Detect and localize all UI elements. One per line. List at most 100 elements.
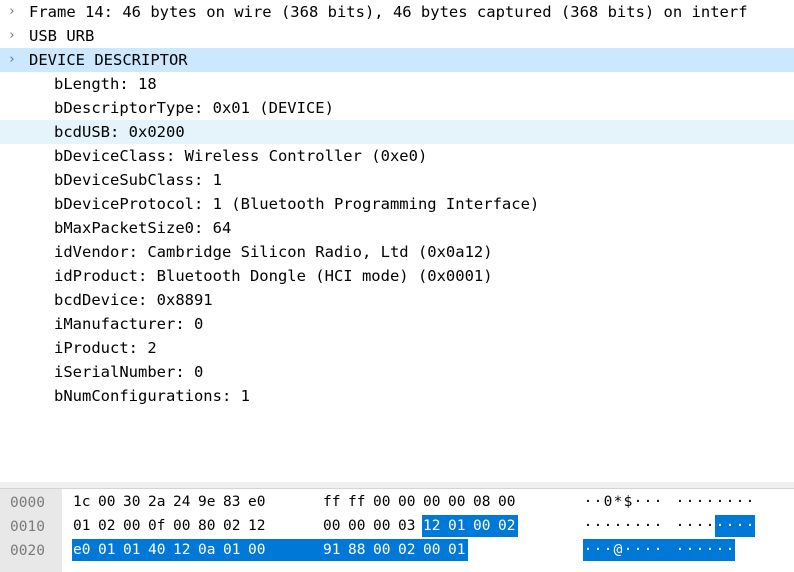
tree-row[interactable]: bcdUSB: 0x0200 <box>0 120 794 144</box>
hex-byte[interactable]: 00 <box>372 539 393 561</box>
tree-row[interactable]: bDescriptorType: 0x01 (DEVICE) <box>0 96 794 120</box>
ascii-char[interactable]: · <box>643 515 653 537</box>
hex-byte[interactable]: 00 <box>397 491 418 513</box>
hex-byte[interactable]: 00 <box>172 515 193 537</box>
tree-row[interactable]: › Frame 14: 46 bytes on wire (368 bits), … <box>0 0 794 24</box>
tree-row[interactable]: › USB URB <box>0 24 794 48</box>
hex-byte[interactable]: 40 <box>147 539 168 561</box>
hex-byte[interactable]: 00 <box>447 491 468 513</box>
ascii-char[interactable]: · <box>583 515 593 537</box>
hex-byte[interactable]: 00 <box>422 491 443 513</box>
hex-byte[interactable]: 00 <box>472 515 493 537</box>
hex-byte[interactable]: 91 <box>322 539 343 561</box>
hex-byte[interactable]: 01 <box>97 539 118 561</box>
packet-bytes-pane[interactable]: 0000 1c 00 30 2a 24 9e 83 e0 ff ff 00 00 00 00 08 00 · · 0 *… <box>0 489 794 572</box>
tree-row[interactable]: bDeviceClass: Wireless Controller (0xe0) <box>0 144 794 168</box>
ascii-char[interactable]: · <box>725 491 735 513</box>
tree-row[interactable]: bLength: 18 <box>0 72 794 96</box>
collapsed-chevron-icon[interactable]: › <box>4 0 20 24</box>
ascii-char[interactable]: · <box>613 515 623 537</box>
hex-byte[interactable]: 00 <box>372 515 393 537</box>
ascii-char[interactable]: · <box>623 539 633 561</box>
ascii-char[interactable]: · <box>695 491 705 513</box>
ascii-char[interactable]: · <box>643 491 653 513</box>
ascii-char[interactable]: @ <box>613 539 623 561</box>
ascii-char[interactable]: · <box>643 539 653 561</box>
tree-row[interactable]: iManufacturer: 0 <box>0 312 794 336</box>
tree-row[interactable]: idVendor: Cambridge Silicon Radio, Ltd (… <box>0 240 794 264</box>
ascii-char[interactable]: · <box>715 491 725 513</box>
ascii-char[interactable]: $ <box>623 491 633 513</box>
ascii-char[interactable]: · <box>633 539 643 561</box>
hex-byte[interactable]: e0 <box>247 491 268 513</box>
hex-byte[interactable]: 02 <box>222 515 243 537</box>
ascii-char[interactable]: · <box>745 491 755 513</box>
hex-byte[interactable]: 00 <box>247 539 268 561</box>
ascii-char[interactable]: · <box>623 515 633 537</box>
hex-byte[interactable]: 01 <box>447 515 468 537</box>
ascii-char[interactable]: * <box>613 491 623 513</box>
hex-byte[interactable]: 00 <box>497 491 518 513</box>
pane-splitter[interactable] <box>0 482 794 489</box>
ascii-char[interactable]: · <box>735 491 745 513</box>
ascii-char[interactable]: · <box>633 491 643 513</box>
ascii-char[interactable]: · <box>603 515 613 537</box>
ascii-char[interactable]: · <box>675 515 685 537</box>
expanded-chevron-icon[interactable]: › <box>4 48 20 72</box>
hex-byte[interactable]: 08 <box>472 491 493 513</box>
tree-row[interactable]: bMaxPacketSize0: 64 <box>0 216 794 240</box>
hex-byte[interactable]: 0a <box>197 539 218 561</box>
hex-byte[interactable]: 00 <box>122 515 143 537</box>
hex-byte[interactable]: 02 <box>497 515 518 537</box>
tree-row[interactable]: bDeviceProtocol: 1 (Bluetooth Programmin… <box>0 192 794 216</box>
ascii-char[interactable]: · <box>725 539 735 561</box>
hex-byte[interactable]: 01 <box>72 515 93 537</box>
ascii-char[interactable]: · <box>583 539 593 561</box>
tree-row[interactable]: idProduct: Bluetooth Dongle (HCI mode) (… <box>0 264 794 288</box>
hex-byte[interactable]: ff <box>347 491 368 513</box>
hex-byte[interactable]: 00 <box>422 539 443 561</box>
ascii-char[interactable]: · <box>705 539 715 561</box>
hex-byte[interactable]: 12 <box>422 515 443 537</box>
ascii-char[interactable]: · <box>653 539 663 561</box>
hex-byte[interactable]: 30 <box>122 491 143 513</box>
hex-byte[interactable]: 12 <box>247 515 268 537</box>
ascii-char[interactable]: · <box>675 539 685 561</box>
ascii-char[interactable]: · <box>705 515 715 537</box>
hex-byte[interactable]: 01 <box>447 539 468 561</box>
hex-byte[interactable]: 83 <box>222 491 243 513</box>
ascii-char[interactable]: · <box>685 539 695 561</box>
hex-byte[interactable]: 88 <box>347 539 368 561</box>
hex-byte[interactable]: 03 <box>397 515 418 537</box>
tree-row[interactable]: › DEVICE DESCRIPTOR <box>0 48 794 72</box>
hex-byte[interactable]: 00 <box>322 515 343 537</box>
hex-byte[interactable]: 80 <box>197 515 218 537</box>
ascii-char[interactable]: · <box>603 539 613 561</box>
ascii-char[interactable]: · <box>593 539 603 561</box>
ascii-char[interactable]: · <box>685 515 695 537</box>
hex-byte[interactable]: 00 <box>97 491 118 513</box>
ascii-char[interactable]: · <box>715 539 725 561</box>
ascii-char[interactable]: · <box>695 539 705 561</box>
tree-row[interactable]: iProduct: 2 <box>0 336 794 360</box>
packet-details-tree[interactable]: › Frame 14: 46 bytes on wire (368 bits), … <box>0 0 794 483</box>
ascii-char[interactable]: · <box>745 515 755 537</box>
ascii-char[interactable]: · <box>715 515 725 537</box>
hex-byte[interactable]: 00 <box>372 491 393 513</box>
ascii-char[interactable]: · <box>675 491 685 513</box>
hex-byte[interactable]: 01 <box>222 539 243 561</box>
hex-byte[interactable]: 2a <box>147 491 168 513</box>
ascii-char[interactable]: · <box>695 515 705 537</box>
tree-row[interactable]: iSerialNumber: 0 <box>0 360 794 384</box>
ascii-char[interactable]: · <box>685 491 695 513</box>
hex-byte[interactable]: 02 <box>397 539 418 561</box>
hex-byte[interactable]: 12 <box>172 539 193 561</box>
ascii-char[interactable]: · <box>633 515 643 537</box>
ascii-char[interactable]: · <box>705 491 715 513</box>
tree-row[interactable]: bNumConfigurations: 1 <box>0 384 794 408</box>
ascii-char[interactable]: · <box>593 515 603 537</box>
ascii-char[interactable]: 0 <box>603 491 613 513</box>
tree-row[interactable]: bDeviceSubClass: 1 <box>0 168 794 192</box>
hex-byte[interactable]: 1c <box>72 491 93 513</box>
hex-byte[interactable]: ff <box>322 491 343 513</box>
